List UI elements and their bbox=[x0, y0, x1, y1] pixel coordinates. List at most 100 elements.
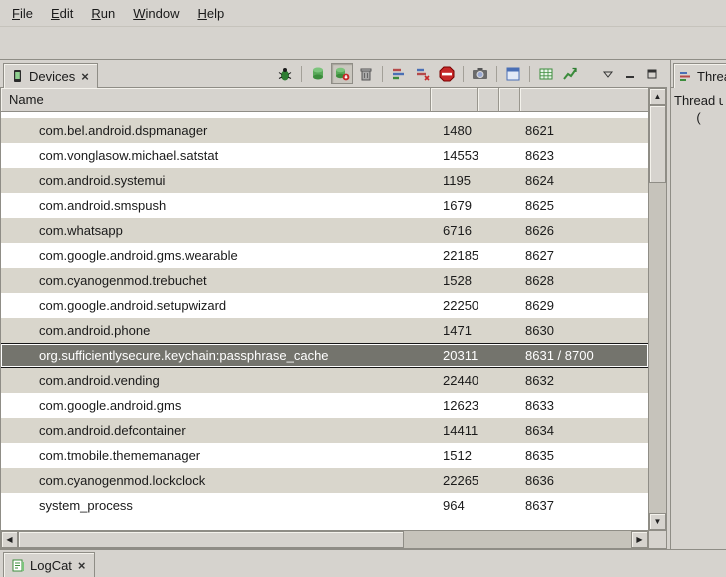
screen-capture-camera-icon[interactable] bbox=[469, 63, 491, 84]
tab-logcat[interactable]: LogCat × bbox=[3, 552, 95, 577]
vertical-scrollbar[interactable]: ▲ ▼ bbox=[648, 88, 666, 530]
process-port: 8637 bbox=[520, 498, 648, 513]
process-name: com.android.systemui bbox=[1, 173, 431, 188]
stop-process-icon[interactable] bbox=[436, 63, 458, 84]
column-header-port[interactable] bbox=[520, 88, 648, 112]
column-header-name-label: Name bbox=[9, 92, 44, 107]
process-name: com.cyanogenmod.lockclock bbox=[1, 473, 431, 488]
table-row[interactable]: com.whatsapp67168626 bbox=[1, 218, 648, 243]
table-row[interactable]: system_process9648637 bbox=[1, 493, 648, 518]
close-icon[interactable]: × bbox=[80, 70, 90, 83]
process-name: com.whatsapp bbox=[1, 223, 431, 238]
minimize-icon[interactable] bbox=[621, 65, 639, 83]
process-port: 8624 bbox=[520, 173, 648, 188]
main-area: Devices × bbox=[0, 60, 726, 549]
menu-edit[interactable]: Edit bbox=[43, 3, 81, 24]
table-row[interactable]: com.android.smspush16798625 bbox=[1, 193, 648, 218]
dump-hprof-icon[interactable] bbox=[331, 63, 353, 84]
cause-gc-trash-icon[interactable] bbox=[355, 63, 377, 84]
vertical-scroll-thumb[interactable] bbox=[649, 105, 666, 183]
tab-threads[interactable]: Threads × bbox=[673, 63, 726, 88]
table-row[interactable]: org.sufficientlysecure.keychain:passphra… bbox=[1, 343, 648, 368]
scroll-left-button[interactable]: ◀ bbox=[1, 531, 18, 548]
toolbar-separator bbox=[463, 66, 464, 82]
toolbar-separator bbox=[382, 66, 383, 82]
process-name: com.vonglasow.michael.satstat bbox=[1, 148, 431, 163]
view-menu-icon[interactable] bbox=[599, 65, 617, 83]
table-row[interactable]: com.android.defcontainer144118634 bbox=[1, 418, 648, 443]
process-pid: 22440 bbox=[431, 373, 478, 388]
menu-help[interactable]: Help bbox=[189, 3, 232, 24]
device-icon bbox=[11, 69, 24, 83]
menu-file[interactable]: File bbox=[4, 3, 41, 24]
process-port: 8636 bbox=[520, 473, 648, 488]
process-pid: 1679 bbox=[431, 198, 478, 213]
logcat-icon bbox=[11, 558, 25, 572]
systrace-icon[interactable] bbox=[535, 63, 557, 84]
column-header-4[interactable] bbox=[499, 88, 520, 112]
toolbar-separator bbox=[496, 66, 497, 82]
process-port: 8623 bbox=[520, 148, 648, 163]
vertical-scroll-track[interactable] bbox=[649, 105, 666, 513]
horizontal-scroll-track[interactable] bbox=[18, 531, 631, 548]
table-row[interactable]: com.cyanogenmod.trebuchet15288628 bbox=[1, 268, 648, 293]
tab-devices[interactable]: Devices × bbox=[3, 63, 98, 88]
table-row[interactable]: com.android.systemui1195 8624 bbox=[1, 168, 648, 193]
scroll-down-button[interactable]: ▼ bbox=[649, 513, 666, 530]
table-row[interactable]: com.android.phone1471 8630 bbox=[1, 318, 648, 343]
process-pid: 1471 bbox=[431, 323, 478, 338]
horizontal-scroll-thumb[interactable] bbox=[18, 531, 404, 548]
process-name: com.android.phone bbox=[1, 323, 431, 338]
table-row[interactable]: com.google.android.gms126238633 bbox=[1, 393, 648, 418]
threads-panel: Threads × Thread up ( bbox=[670, 60, 726, 549]
update-heap-icon[interactable] bbox=[307, 63, 329, 84]
table-row[interactable]: com.bel.android.dspmanager14808621 bbox=[1, 118, 648, 143]
down-arrow-icon: ▼ bbox=[654, 518, 662, 526]
table-row[interactable]: com.cyanogenmod.lockclock22265 8636 bbox=[1, 468, 648, 493]
process-pid: 12623 bbox=[431, 398, 478, 413]
process-pid: 1195 bbox=[431, 173, 478, 188]
process-pid: 1512 bbox=[431, 448, 478, 463]
threads-message-line: ( bbox=[674, 109, 723, 126]
table-row[interactable]: com.tmobile.thememanager15128635 bbox=[1, 443, 648, 468]
scroll-right-button[interactable]: ▶ bbox=[631, 531, 648, 548]
close-icon[interactable]: × bbox=[77, 559, 87, 572]
threads-message-line: Thread up bbox=[674, 92, 723, 109]
method-profiling-icon[interactable] bbox=[559, 63, 581, 84]
process-pid: 22265 bbox=[431, 473, 478, 488]
right-arrow-icon: ▶ bbox=[636, 536, 642, 544]
toolbar-separator bbox=[301, 66, 302, 82]
process-pid: 22250 bbox=[431, 298, 478, 313]
stop-threads-icon[interactable] bbox=[412, 63, 434, 84]
table-header: Name bbox=[1, 88, 648, 112]
process-name: com.android.smspush bbox=[1, 198, 431, 213]
column-header-3[interactable] bbox=[478, 88, 499, 112]
process-name: com.android.vending bbox=[1, 373, 431, 388]
maximize-icon[interactable] bbox=[643, 65, 661, 83]
table-row[interactable]: com.google.android.setupwizard222508629 bbox=[1, 293, 648, 318]
process-port: 8630 bbox=[520, 323, 648, 338]
view-hierarchy-icon[interactable] bbox=[502, 63, 524, 84]
scrollbar-corner bbox=[648, 531, 666, 548]
table-row[interactable]: com.vonglasow.michael.satstat14553 8623 bbox=[1, 143, 648, 168]
update-threads-icon[interactable] bbox=[388, 63, 410, 84]
process-port: 8629 bbox=[520, 298, 648, 313]
process-name: system_process bbox=[1, 498, 431, 513]
devices-panel: Devices × bbox=[0, 60, 667, 549]
process-pid: 20311 bbox=[431, 348, 478, 363]
table-row[interactable]: com.google.android.gms.wearable221858627 bbox=[1, 243, 648, 268]
debug-process-icon[interactable] bbox=[274, 63, 296, 84]
menu-bar: File Edit Run Window Help bbox=[0, 0, 726, 27]
process-pid: 14553 bbox=[431, 148, 478, 163]
column-header-name[interactable]: Name bbox=[1, 88, 431, 112]
process-port: 8628 bbox=[520, 273, 648, 288]
column-header-pid[interactable] bbox=[431, 88, 478, 112]
process-port: 8633 bbox=[520, 398, 648, 413]
scroll-up-button[interactable]: ▲ bbox=[649, 88, 666, 105]
menu-run[interactable]: Run bbox=[83, 3, 123, 24]
table-row[interactable]: com.android.vending224408632 bbox=[1, 368, 648, 393]
menu-window[interactable]: Window bbox=[125, 3, 187, 24]
tab-logcat-label: LogCat bbox=[30, 558, 72, 573]
process-pid: 1480 bbox=[431, 123, 478, 138]
horizontal-scrollbar[interactable]: ◀ ▶ bbox=[1, 531, 648, 548]
